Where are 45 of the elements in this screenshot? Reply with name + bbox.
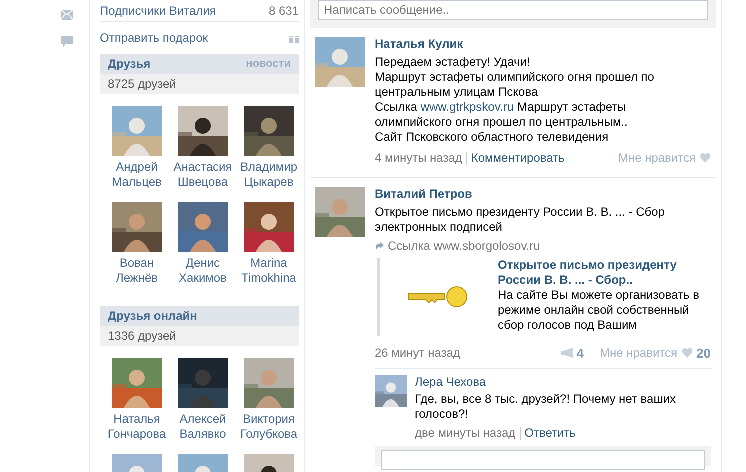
friend-name[interactable]: Андрей Мальцев (112, 160, 162, 190)
friend-name[interactable]: Наталья Гончарова (108, 412, 166, 442)
share-arrow-icon (375, 242, 384, 251)
friend-name[interactable]: Вован Лежнёв (116, 256, 158, 286)
author-name[interactable]: Наталья Кулик (375, 37, 711, 52)
friend-name[interactable]: Алексей Валявко (180, 412, 226, 442)
comment-icon[interactable] (61, 36, 73, 48)
message-field[interactable]: Написать сообщение.. (318, 0, 708, 20)
comment-text: Где, вы, все 8 тыс. друзей?! Почему нет ваших голосов?! (415, 392, 678, 422)
share-count: 4 (576, 346, 584, 360)
megaphone-icon[interactable] (560, 348, 573, 358)
friend-name[interactable]: Виктория Голубкова (240, 412, 298, 442)
subscribers-label[interactable]: Подписчики Виталия (100, 4, 216, 18)
friend-name[interactable]: Marina Timokhina (242, 256, 296, 286)
attachment-link[interactable]: Ссылка www.sborgolosov.ru (388, 239, 540, 254)
friends-count[interactable]: 1336 друзей (100, 326, 299, 346)
post-text: Передаем эстафету! Удачи! (375, 55, 532, 70)
mail-icon[interactable] (61, 10, 73, 20)
comment-link[interactable]: Комментировать (466, 152, 565, 164)
friend-name[interactable]: Анастасия Швецова (174, 160, 232, 190)
preview-title[interactable]: Открытое письмо президенту России В. В. ... - Сбор.. (498, 258, 698, 288)
reply-field[interactable] (381, 450, 705, 470)
friend-name[interactable]: Денис Хакимов (179, 256, 227, 286)
friends-count[interactable]: 8725 друзей (100, 74, 299, 94)
preview-description: На сайте Вы можете организовать в режиме онлайн свой собственный сбор голосов под Вашим (498, 288, 700, 333)
gift-link[interactable]: Отправить подарок (100, 31, 208, 45)
reply-link[interactable]: Ответить (520, 426, 576, 440)
post-link[interactable]: www.gtrkpskov.ru (420, 100, 514, 114)
section-title: Друзья онлайн (108, 309, 198, 323)
comment-author[interactable]: Лера Чехова (415, 375, 711, 390)
heart-icon[interactable] (682, 348, 693, 358)
post-text: Ссылка www.gtrkpskov.ru Маршрут эстафеты олимпийского огня прошел по центральным.. (375, 100, 629, 130)
gift-icon (289, 33, 299, 43)
comment-time[interactable]: две минуты назад (415, 426, 516, 440)
heart-icon[interactable] (700, 153, 711, 163)
friend-name[interactable]: Владимир Цыкарев (240, 160, 298, 190)
post-time[interactable]: 26 минут назад (375, 346, 460, 360)
post-text: Сайт Псковского областного телевидения (375, 130, 610, 145)
author-name[interactable]: Виталий Петров (375, 187, 711, 202)
post-time[interactable]: 4 минуты назад (375, 150, 462, 166)
like-count: 20 (696, 346, 711, 360)
post-text: Открытое письмо президенту России В. В. ... - Сбор электронных подписей (375, 205, 666, 235)
subscribers-count: 8 631 (268, 4, 299, 18)
post-text: Маршрут эстафеты олимпийского огня прошел по центральным улицам Пскова (375, 70, 656, 100)
section-title: Друзья (108, 57, 151, 71)
